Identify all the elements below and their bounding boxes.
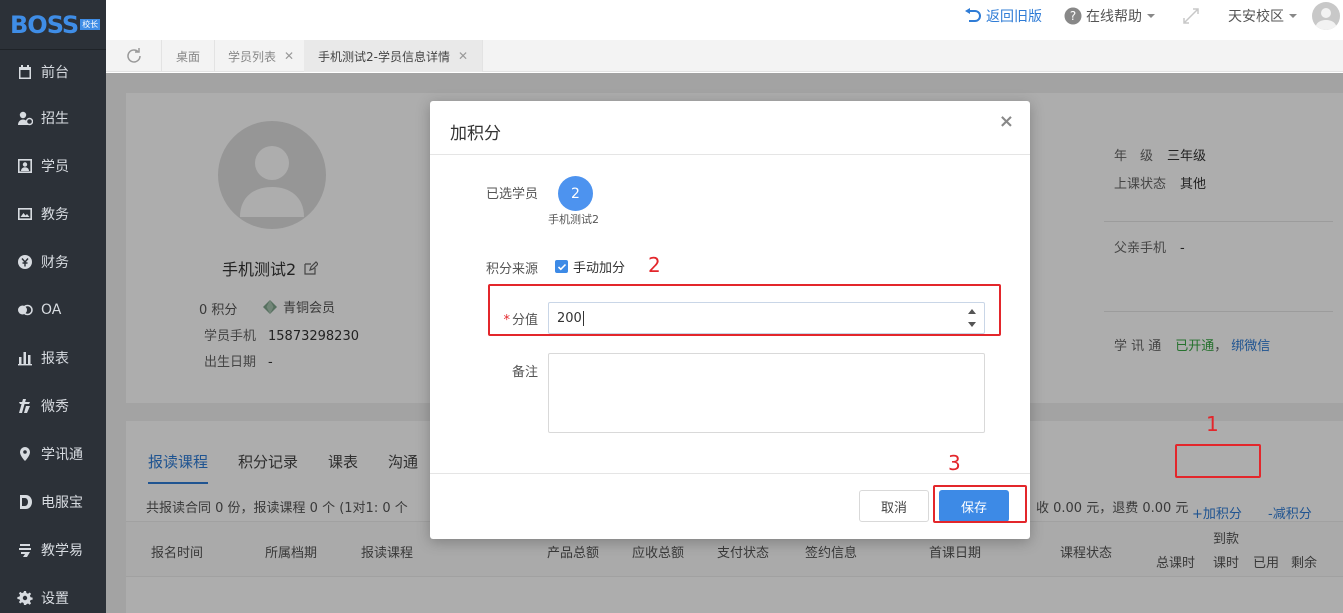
dialog-title: 加积分 [450, 124, 501, 144]
sidebar-item-label: 设置 [41, 591, 69, 607]
sidebar-item-label: 教务 [41, 207, 69, 223]
weixiu-icon [16, 397, 34, 415]
refresh-icon [126, 48, 141, 63]
annotation-box-save [933, 485, 1027, 523]
svg-text:?: ? [1070, 9, 1076, 23]
tab-label: 桌面 [176, 49, 201, 64]
tab-student-detail[interactable]: 手机测试2-学员信息详情 ✕ [304, 40, 484, 72]
back-old-version-label: 返回旧版 [986, 9, 1042, 25]
sidebar-item-label: 学员 [41, 159, 69, 175]
check-icon [557, 263, 566, 270]
selected-student-avatar: 2 [558, 176, 593, 211]
sidebar-item-label: OA [41, 302, 62, 318]
logo[interactable]: BOSS 校长 [0, 0, 106, 50]
manual-add-label[interactable]: 手动加分 [573, 257, 625, 276]
selected-students-label: 已选学员 [485, 187, 538, 202]
tab-desktop[interactable]: 桌面 [162, 40, 216, 72]
sidebar-item-report[interactable]: 报表 [0, 334, 106, 382]
chevron-down-icon [1289, 14, 1297, 18]
user-avatar[interactable] [1312, 2, 1340, 30]
cancel-button[interactable]: 取消 [859, 490, 929, 522]
tab-bar: 桌面 学员列表 ✕ 手机测试2-学员信息详情 ✕ [106, 40, 1343, 72]
sidebar-item-weixiu[interactable]: 微秀 [0, 382, 106, 430]
annotation-box-add-points [1175, 444, 1261, 478]
campus-label: 天安校区 [1228, 9, 1284, 25]
sidebar-item-label: 报表 [41, 351, 69, 367]
annotation-number: 3 [948, 451, 961, 475]
report-icon [16, 349, 34, 367]
back-old-version-link[interactable]: 返回旧版 [964, 0, 1042, 32]
help-icon: ? [1064, 7, 1082, 25]
tab-label: 手机测试2-学员信息详情 [318, 49, 450, 64]
undo-icon [965, 8, 981, 22]
dialog-header: 加积分 × [430, 101, 1030, 155]
annotation-number: 2 [648, 253, 661, 277]
logo-tag: 校长 [80, 19, 101, 30]
location-icon [16, 445, 34, 463]
sidebar-item-xuexuntong[interactable]: 学讯通 [0, 430, 106, 478]
campus-dropdown[interactable]: 天安校区 [1228, 0, 1306, 32]
sidebar-item-label: 电服宝 [41, 495, 83, 511]
academic-icon [16, 205, 34, 223]
sidebar-item-academic[interactable]: 教务 [0, 190, 106, 238]
sidebar-item-label: 招生 [41, 111, 69, 127]
points-source-label: 积分来源 [485, 262, 538, 277]
sidebar-item-label: 前台 [41, 65, 69, 81]
manual-add-checkbox[interactable] [555, 260, 568, 273]
close-icon[interactable]: × [999, 111, 1014, 132]
annotation-box-score [488, 284, 1001, 336]
sidebar-item-front-desk[interactable]: 前台 [0, 48, 106, 96]
sidebar: BOSS 校长 前台 招生 学员 教务 财务 OA 报表 微秀 学讯通 电服宝 [0, 0, 106, 613]
service-icon [16, 493, 34, 511]
note-label: 备注 [511, 365, 538, 380]
teaching-icon [16, 541, 34, 559]
tab-student-list[interactable]: 学员列表 ✕ [214, 40, 310, 72]
chevron-down-icon [1147, 14, 1155, 18]
sidebar-item-jiaoxueyi[interactable]: 教学易 [0, 526, 106, 574]
sidebar-item-label: 微秀 [41, 399, 69, 415]
student-icon [16, 157, 34, 175]
finance-icon [16, 253, 34, 271]
note-textarea[interactable] [548, 353, 985, 433]
sidebar-item-label: 教学易 [41, 543, 83, 559]
annotation-number: 1 [1206, 412, 1219, 436]
fullscreen-button[interactable] [1182, 0, 1204, 32]
logo-text: BOSS [10, 10, 79, 39]
selected-student-name: 手机测试2 [548, 213, 599, 226]
sidebar-item-recruit[interactable]: 招生 [0, 94, 106, 142]
gear-icon [16, 589, 34, 607]
oa-icon [16, 301, 34, 319]
online-help-dropdown[interactable]: ? 在线帮助 [1064, 0, 1164, 32]
sidebar-item-oa[interactable]: OA [0, 286, 106, 334]
recruit-icon [16, 109, 34, 127]
online-help-label: 在线帮助 [1086, 9, 1142, 25]
sidebar-item-label: 学讯通 [41, 447, 83, 463]
calendar-icon [16, 63, 34, 81]
close-icon[interactable]: ✕ [458, 49, 468, 63]
sidebar-item-dianfubao[interactable]: 电服宝 [0, 478, 106, 526]
expand-icon [1183, 8, 1199, 24]
top-bar: 返回旧版 ? 在线帮助 天安校区 [106, 0, 1343, 40]
sidebar-item-settings[interactable]: 设置 [0, 574, 106, 613]
sidebar-item-student[interactable]: 学员 [0, 142, 106, 190]
refresh-button[interactable] [106, 40, 162, 72]
tab-label: 学员列表 [228, 49, 277, 64]
close-icon[interactable]: ✕ [284, 49, 294, 63]
sidebar-item-label: 财务 [41, 255, 69, 271]
sidebar-item-finance[interactable]: 财务 [0, 238, 106, 286]
